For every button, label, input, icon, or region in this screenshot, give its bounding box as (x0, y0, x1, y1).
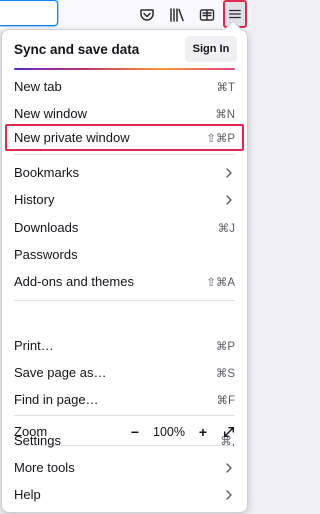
separator (14, 415, 235, 416)
url-bar[interactable] (0, 0, 58, 26)
menu-item-label: More tools (14, 460, 75, 475)
menu-item-label: New tab (14, 79, 62, 94)
menu-item-shortcut: ⇧⌘A (206, 277, 235, 289)
menu-item-label: History (14, 192, 55, 207)
chevron-right-icon (226, 490, 232, 500)
menu-item-new-private-window[interactable]: New private window ⇧⌘P (5, 124, 244, 151)
menu-item-addons[interactable]: Add-ons and themes ⇧⌘A (2, 268, 247, 295)
menu-item-shortcut: ⌘P (215, 341, 235, 353)
separator (14, 300, 235, 301)
menu-item-save-page[interactable]: Save page as… ⌘S (2, 359, 247, 386)
menu-item-label: New private window (14, 130, 130, 145)
sign-in-button[interactable]: Sign In (185, 36, 237, 62)
menu-item-shortcut: ⌘J (217, 223, 235, 235)
menu-item-label: Bookmarks (14, 165, 80, 180)
menu-item-label: Save page as… (14, 365, 107, 380)
menu-item-label: New window (14, 106, 87, 121)
menu-item-shortcut: ⇧⌘P (206, 133, 235, 145)
menu-item-shortcut: ⌘T (216, 82, 235, 94)
menu-item-label: Settings (14, 433, 61, 448)
menu-item-bookmarks[interactable]: Bookmarks (2, 159, 247, 186)
menu-item-shortcut: ⌘F (216, 395, 235, 407)
reader-view-icon[interactable] (196, 4, 218, 26)
pocket-icon[interactable] (136, 4, 158, 26)
chevron-right-icon (226, 463, 232, 473)
separator (14, 154, 235, 155)
menu-item-label: Print… (14, 338, 54, 353)
menu-item-label: Downloads (14, 220, 79, 235)
menu-item-more-tools[interactable]: More tools (2, 454, 247, 481)
menu-item-label: Help (14, 487, 41, 502)
menu-item-downloads[interactable]: Downloads ⌘J (2, 214, 247, 241)
menu-item-settings[interactable]: Settings ⌘, (2, 427, 247, 454)
menu-item-shortcut: ⌘, (220, 436, 235, 448)
menu-item-find-in-page[interactable]: Find in page… ⌘F (2, 386, 247, 413)
menu-item-label: Add-ons and themes (14, 274, 134, 289)
menu-item-shortcut: ⌘S (215, 368, 235, 380)
chevron-right-icon (226, 195, 232, 205)
menu-item-history[interactable]: History (2, 186, 247, 213)
chevron-right-icon (226, 168, 232, 178)
menu-item-passwords[interactable]: Passwords (2, 241, 247, 268)
menu-item-new-window[interactable]: New window ⌘N (2, 100, 247, 127)
menu-item-new-tab[interactable]: New tab ⌘T (2, 73, 247, 100)
browser-toolbar (0, 0, 250, 30)
sync-title: Sync and save data (14, 42, 140, 57)
sync-row: Sync and save data Sign In (2, 35, 247, 67)
menu-item-help[interactable]: Help (2, 481, 247, 508)
menu-item-label: Passwords (14, 247, 78, 262)
library-icon[interactable] (166, 4, 188, 26)
account-separator (14, 68, 235, 70)
menu-item-label: Find in page… (14, 392, 99, 407)
menu-item-shortcut: ⌘N (215, 109, 235, 121)
menu-item-print[interactable]: Print… ⌘P (2, 332, 247, 359)
